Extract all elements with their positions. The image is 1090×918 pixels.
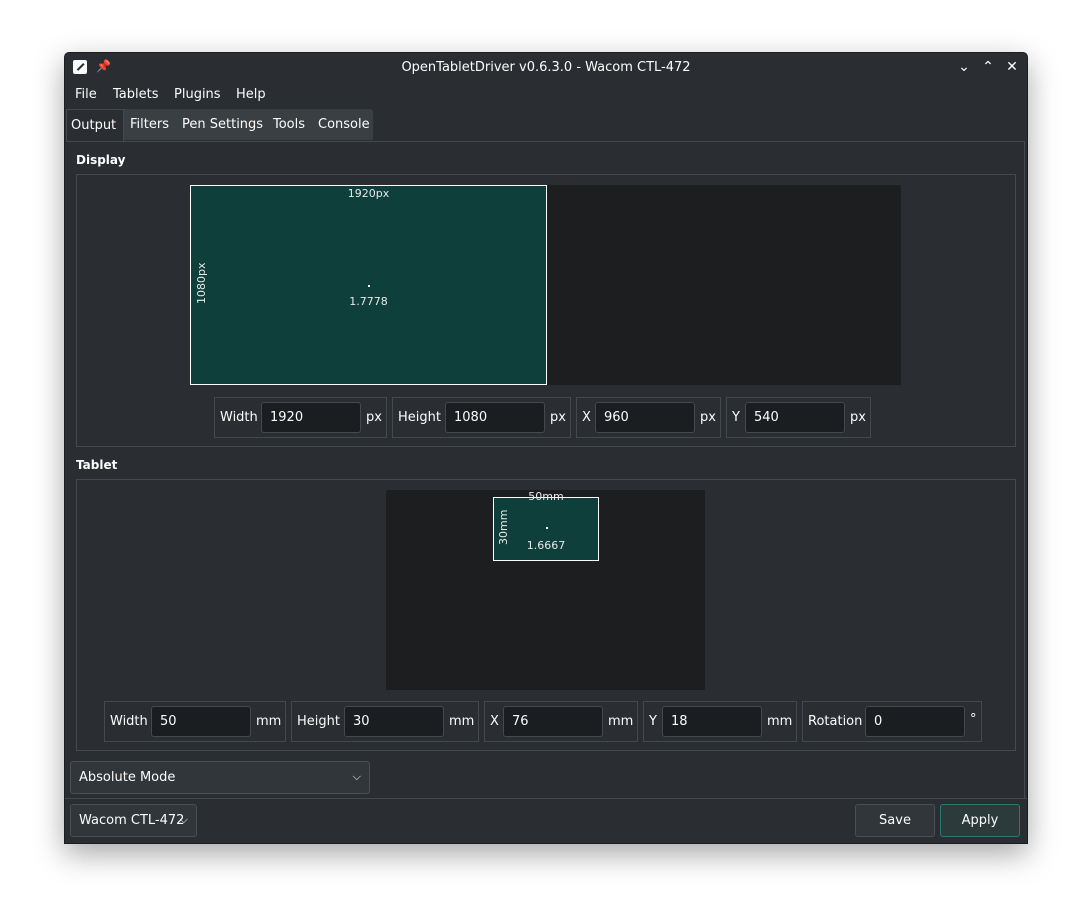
tablet-rotation-input[interactable]: 0 (865, 706, 965, 737)
maximize-icon[interactable]: ⌃ (979, 58, 997, 76)
chevron-down-icon: ⌵ (352, 770, 361, 783)
title-bar: 📌 OpenTabletDriver v0.6.3.0 - Wacom CTL-… (65, 53, 1027, 82)
save-button[interactable]: Save (855, 804, 935, 837)
tablet-area[interactable]: 50mm 30mm 1.6667 (493, 490, 599, 561)
tab-pen-settings[interactable]: Pen Settings (178, 109, 267, 140)
tablet-width-label: 50mm (528, 490, 564, 503)
tablet-height-field: Height 30 mm (291, 701, 479, 742)
tablet-width-input[interactable]: 50 (151, 706, 251, 737)
display-center-dot (368, 285, 370, 287)
display-x-field: X 960 px (576, 397, 721, 438)
tab-console[interactable]: Console (314, 109, 374, 140)
display-y-input[interactable]: 540 (745, 402, 845, 433)
menu-plugins[interactable]: Plugins (174, 87, 221, 102)
tablet-y-input[interactable]: 18 (662, 706, 762, 737)
tab-filters[interactable]: Filters (126, 109, 173, 140)
tablet-x-field: X 76 mm (484, 701, 638, 742)
apply-button[interactable]: Apply (940, 804, 1020, 837)
tab-tools[interactable]: Tools (269, 109, 309, 140)
display-ratio: 1.7778 (349, 295, 388, 308)
tab-output[interactable]: Output (66, 109, 124, 142)
display-width-label: 1920px (347, 187, 390, 200)
chevron-down-icon: ⌵ (179, 813, 188, 826)
display-x-input[interactable]: 960 (595, 402, 695, 433)
display-area[interactable]: 1920px 1080px 1.7778 (190, 185, 547, 385)
tablet-section-label: Tablet (76, 458, 118, 472)
window-title: OpenTabletDriver v0.6.3.0 - Wacom CTL-47… (401, 60, 691, 75)
tablet-height-input[interactable]: 30 (344, 706, 444, 737)
device-select[interactable]: Wacom CTL-472 ⌵ (70, 804, 197, 837)
close-icon[interactable]: ✕ (1003, 58, 1021, 76)
display-section-label: Display (76, 153, 126, 167)
minimize-icon[interactable]: ⌄ (955, 58, 973, 76)
tablet-ratio: 1.6667 (526, 539, 566, 552)
divider (65, 798, 1027, 799)
menu-bar: File Tablets Plugins Help (65, 82, 1027, 108)
tablet-y-field: Y 18 mm (643, 701, 797, 742)
display-height-field: Height 1080 px (392, 397, 571, 438)
mode-select[interactable]: Absolute Mode ⌵ (70, 761, 370, 794)
display-height-input[interactable]: 1080 (445, 402, 545, 433)
menu-help[interactable]: Help (236, 87, 266, 102)
menu-file[interactable]: File (75, 87, 97, 102)
tablet-center-dot (546, 527, 548, 529)
display-y-field: Y 540 px (726, 397, 871, 438)
app-window: 📌 OpenTabletDriver v0.6.3.0 - Wacom CTL-… (64, 52, 1028, 844)
tablet-width-field: Width 50 mm (104, 701, 286, 742)
menu-tablets[interactable]: Tablets (113, 87, 159, 102)
tablet-rotation-field: Rotation 0 ° (802, 701, 982, 742)
display-width-input[interactable]: 1920 (261, 402, 361, 433)
tab-bar: Output Filters Pen Settings Tools Consol… (65, 109, 1027, 142)
display-width-field: Width 1920 px (214, 397, 387, 438)
tablet-x-input[interactable]: 76 (503, 706, 603, 737)
